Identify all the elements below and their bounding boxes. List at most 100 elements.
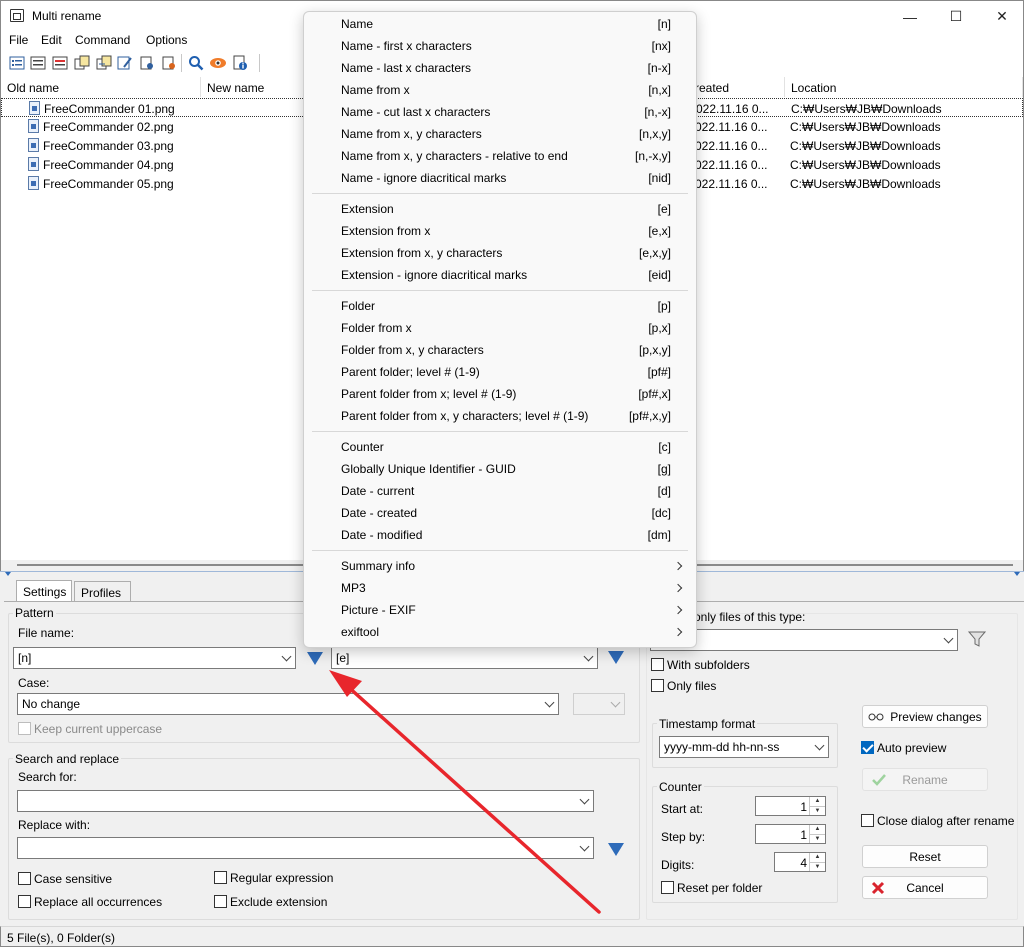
edit-icon[interactable] — [116, 54, 134, 72]
move-files-icon[interactable] — [95, 54, 113, 72]
case-sensitive-checkbox[interactable] — [18, 872, 31, 885]
file-location: C:₩Users₩JB₩Downloads — [790, 139, 941, 153]
file-created: 022.11.16 0... — [696, 102, 769, 116]
insert-replace-placeholder-dropdown-icon[interactable] — [608, 843, 624, 856]
menu-item-code: [pf#,x] — [638, 387, 671, 401]
with-subfolders-checkbox[interactable] — [651, 658, 664, 671]
reset-button[interactable]: Reset — [862, 845, 988, 868]
menu-file[interactable]: File — [9, 33, 28, 47]
menu-item[interactable]: Extension from x, y characters [e,x,y] — [304, 242, 696, 264]
step-by-spinner[interactable]: 1 ▲ ▼ — [755, 824, 826, 844]
extension-input[interactable]: [e] — [331, 647, 598, 669]
menu-item[interactable]: Date - current [d] — [304, 480, 696, 502]
menu-item[interactable]: Counter [c] — [304, 436, 696, 458]
menu-edit[interactable]: Edit — [41, 33, 62, 47]
case-select[interactable]: No change — [17, 693, 559, 715]
tab-profiles[interactable]: Profiles — [74, 581, 131, 602]
select-icon[interactable] — [138, 54, 156, 72]
menu-item[interactable]: Name from x, y characters - relative to … — [304, 145, 696, 167]
menu-item[interactable]: Picture - EXIF — [304, 599, 696, 621]
menu-item[interactable]: Name [n] — [304, 13, 696, 35]
file-created: 022.11.16 0... — [695, 177, 768, 191]
menu-item[interactable]: Date - modified [dm] — [304, 524, 696, 546]
clear-list-icon[interactable] — [51, 54, 69, 72]
spin-up-icon[interactable]: ▲ — [809, 853, 825, 862]
menu-item-label: Globally Unique Identifier - GUID — [341, 462, 516, 476]
preview-eye-icon[interactable] — [209, 54, 227, 72]
menu-item[interactable]: Name - last x characters [n-x] — [304, 57, 696, 79]
menu-item-label: Extension - ignore diacritical marks — [341, 268, 528, 282]
column-created[interactable]: reated — [691, 77, 785, 97]
with-subfolders-label: With subfolders — [667, 658, 750, 672]
menu-item[interactable]: Extension from x [e,x] — [304, 220, 696, 242]
filter-icon[interactable] — [967, 631, 987, 650]
start-at-spinner[interactable]: 1 ▲ ▼ — [755, 796, 826, 816]
menu-item[interactable]: exiftool — [304, 621, 696, 643]
reset-per-folder-checkbox[interactable] — [661, 881, 674, 894]
close-button[interactable]: ✕ — [979, 1, 1024, 32]
menu-item[interactable]: Name from x, y characters [n,x,y] — [304, 123, 696, 145]
exclude-extension-checkbox[interactable] — [214, 895, 227, 908]
rename-button[interactable]: Rename — [862, 768, 988, 791]
regular-expression-checkbox[interactable] — [214, 871, 227, 884]
column-new-name[interactable]: New name — [201, 77, 311, 97]
spin-down-icon[interactable]: ▼ — [809, 862, 825, 871]
add-files-icon[interactable] — [8, 54, 26, 72]
menu-item[interactable]: Name from x [n,x] — [304, 79, 696, 101]
menu-item[interactable]: Extension [e] — [304, 198, 696, 220]
close-after-rename-checkbox[interactable] — [861, 814, 874, 827]
timestamp-format-select[interactable]: yyyy-mm-dd hh-nn-ss — [659, 736, 829, 758]
keep-uppercase-checkbox[interactable] — [18, 722, 31, 735]
menu-item[interactable]: Parent folder; level # (1-9) [pf#] — [304, 361, 696, 383]
search-icon[interactable] — [187, 54, 205, 72]
file-info-icon[interactable] — [231, 54, 249, 72]
menu-item-code: [d] — [657, 484, 671, 498]
deselect-icon[interactable] — [160, 54, 178, 72]
menu-command[interactable]: Command — [75, 33, 130, 47]
cancel-button[interactable]: Cancel — [862, 876, 988, 899]
menu-item[interactable]: Folder from x, y characters [p,x,y] — [304, 339, 696, 361]
column-old-name[interactable]: Old name — [1, 77, 201, 97]
insert-placeholder-dropdown-icon[interactable] — [307, 652, 323, 665]
column-location[interactable]: Location — [785, 77, 1023, 97]
preview-changes-button[interactable]: Preview changes — [862, 705, 988, 728]
menu-item-code: [e,x,y] — [638, 246, 671, 260]
only-files-checkbox[interactable] — [651, 679, 664, 692]
case-label: Case: — [18, 676, 50, 690]
menu-item[interactable]: Summary info — [304, 555, 696, 577]
menu-item[interactable]: Parent folder from x, y characters; leve… — [304, 405, 696, 427]
menu-separator — [312, 550, 688, 551]
spin-up-icon[interactable]: ▲ — [809, 797, 825, 806]
copy-files-icon[interactable] — [73, 54, 91, 72]
replace-all-label: Replace all occurrences — [34, 895, 163, 909]
tab-settings[interactable]: Settings — [16, 580, 72, 602]
menu-item[interactable]: Name - cut last x characters [n,-x] — [304, 101, 696, 123]
menu-item[interactable]: Name - ignore diacritical marks [nid] — [304, 167, 696, 189]
menu-item[interactable]: Extension - ignore diacritical marks [eid… — [304, 264, 696, 286]
replace-all-checkbox[interactable] — [18, 895, 31, 908]
menu-item[interactable]: Folder [p] — [304, 295, 696, 317]
menu-item[interactable]: Folder from x [p,x] — [304, 317, 696, 339]
spin-up-icon[interactable]: ▲ — [809, 825, 825, 834]
menu-item[interactable]: MP3 — [304, 577, 696, 599]
menu-options[interactable]: Options — [146, 33, 187, 47]
replace-with-input[interactable] — [17, 837, 594, 859]
menu-item[interactable]: Globally Unique Identifier - GUID [g] — [304, 458, 696, 480]
glasses-icon — [868, 710, 884, 724]
menu-item[interactable]: Date - created [dc] — [304, 502, 696, 524]
digits-spinner[interactable]: 4 ▲ ▼ — [774, 852, 826, 872]
minimize-button[interactable]: — — [887, 1, 933, 32]
menu-item[interactable]: Parent folder from x; level # (1-9) [pf#,… — [304, 383, 696, 405]
auto-preview-checkbox[interactable] — [861, 741, 874, 754]
spin-down-icon[interactable]: ▼ — [809, 806, 825, 815]
search-for-input[interactable] — [17, 790, 594, 812]
maximize-button[interactable]: ☐ — [933, 1, 979, 32]
add-list-icon[interactable] — [29, 54, 47, 72]
menu-item[interactable]: Name - first x characters [nx] — [304, 35, 696, 57]
spin-down-icon[interactable]: ▼ — [809, 834, 825, 843]
rename-label: Rename — [902, 772, 948, 787]
insert-ext-placeholder-dropdown-icon[interactable] — [608, 651, 624, 664]
cancel-label: Cancel — [906, 880, 944, 895]
case-language-select[interactable] — [573, 693, 625, 715]
file-name-input[interactable]: [n] — [13, 647, 296, 669]
